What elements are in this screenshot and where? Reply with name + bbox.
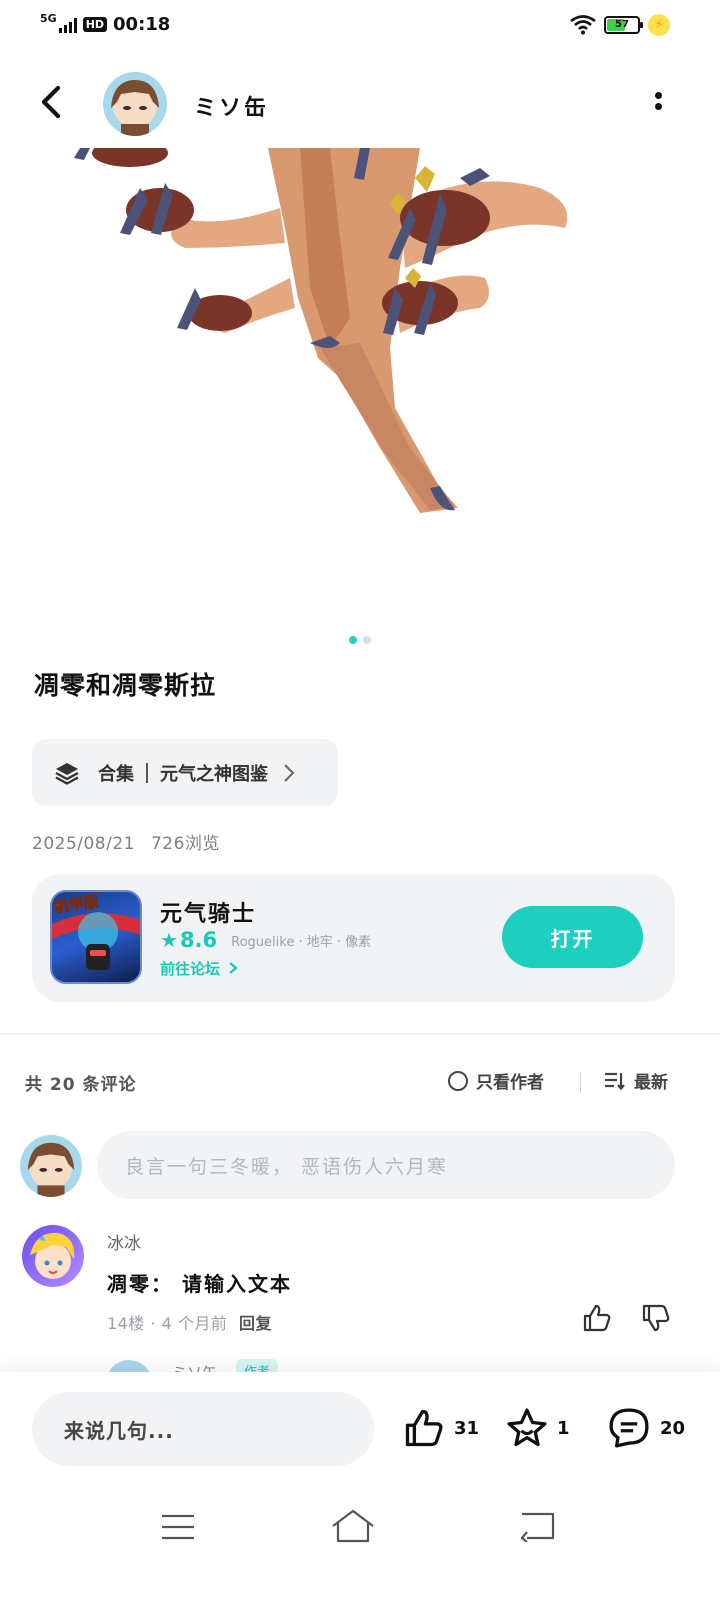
pager-dot bbox=[349, 636, 357, 644]
divider bbox=[146, 762, 148, 783]
signal-icon bbox=[58, 17, 77, 33]
chevron-right-icon bbox=[284, 763, 295, 782]
author-name[interactable]: ミソ缶 bbox=[194, 90, 269, 122]
battery-icon: 57 bbox=[604, 16, 643, 34]
sort-label: 最新 bbox=[634, 1073, 668, 1093]
game-rating: ★ 8.6 Roguelike · 地牢 · 像素 bbox=[160, 928, 371, 952]
game-score: 8.6 bbox=[179, 928, 218, 952]
like-button[interactable]: 31 bbox=[402, 1406, 479, 1450]
image-pager bbox=[0, 636, 720, 648]
comment-count: 共 20 条评论 bbox=[25, 1075, 137, 1095]
thumbs-down-icon[interactable] bbox=[640, 1302, 672, 1334]
network-type: 5G bbox=[40, 12, 57, 25]
my-avatar bbox=[20, 1135, 82, 1197]
hd-badge: HD bbox=[82, 17, 108, 32]
chevron-right-icon bbox=[229, 962, 239, 974]
comment-time: 4 个月前 bbox=[161, 1314, 228, 1333]
collection-name: 元气之神图鉴 bbox=[160, 763, 268, 785]
game-name[interactable]: 元气骑士 bbox=[160, 896, 256, 928]
post-title: 凋零和凋零斯拉 bbox=[34, 671, 217, 700]
section-divider bbox=[0, 1033, 720, 1035]
star-icon: ★ bbox=[160, 928, 178, 952]
game-tags: Roguelike · 地牢 · 像素 bbox=[231, 934, 372, 950]
favorite-button[interactable]: 1 bbox=[505, 1406, 570, 1450]
post-date: 2025/08/21 bbox=[32, 834, 135, 854]
game-icon[interactable]: 机甲版 bbox=[50, 890, 142, 984]
commenter-name[interactable]: 冰冰 bbox=[107, 1229, 141, 1254]
comment-button[interactable]: 20 bbox=[606, 1406, 685, 1450]
author-avatar[interactable] bbox=[103, 72, 167, 136]
back-arrow-icon[interactable] bbox=[34, 82, 74, 122]
comment-text: 凋零： 请输入文本 bbox=[107, 1272, 292, 1296]
forum-link[interactable]: 前往论坛 bbox=[160, 958, 239, 979]
comment-bubble-icon bbox=[609, 1408, 649, 1448]
collection-label: 合集 bbox=[98, 763, 134, 785]
thumbs-up-icon bbox=[405, 1409, 443, 1447]
comment-total: 20 bbox=[660, 1417, 686, 1439]
forum-link-label: 前往论坛 bbox=[160, 960, 221, 978]
author-only-toggle[interactable]: 只看作者 bbox=[448, 1068, 544, 1093]
commenter-avatar[interactable] bbox=[22, 1225, 84, 1287]
sort-latest-button[interactable]: 最新 bbox=[604, 1068, 668, 1093]
back-icon[interactable] bbox=[519, 1510, 557, 1542]
star-outline-icon bbox=[507, 1408, 547, 1447]
open-game-button[interactable]: 打开 bbox=[502, 906, 643, 968]
comment-meta: 14楼 · 4 个月前 回复 bbox=[107, 1314, 273, 1333]
comment-floor: 14楼 bbox=[107, 1314, 145, 1333]
author-only-label: 只看作者 bbox=[476, 1073, 544, 1093]
menu-icon[interactable] bbox=[160, 1512, 196, 1542]
pager-dot bbox=[363, 636, 371, 644]
comment-input[interactable]: 良言一句三冬暖， 恶语伤人六月寒 bbox=[97, 1131, 675, 1199]
post-views: 726浏览 bbox=[150, 834, 220, 854]
reply-button[interactable]: 回复 bbox=[239, 1314, 272, 1333]
battery-percent: 57 bbox=[615, 19, 629, 30]
status-left: 5G HD 00:18 bbox=[40, 12, 171, 35]
post-meta: 2025/08/21 726浏览 bbox=[32, 829, 220, 854]
sort-icon bbox=[605, 1072, 625, 1090]
wifi-icon bbox=[570, 15, 596, 35]
like-count: 31 bbox=[454, 1417, 480, 1439]
status-bar: 5G HD 00:18 57 ⚡ bbox=[0, 0, 720, 56]
more-vertical-icon[interactable] bbox=[650, 88, 666, 120]
clock: 00:18 bbox=[113, 14, 171, 35]
status-right: 57 ⚡ bbox=[570, 14, 670, 36]
radio-icon bbox=[448, 1070, 468, 1091]
layers-icon bbox=[55, 762, 79, 785]
thumbs-up-icon[interactable] bbox=[581, 1302, 613, 1334]
divider bbox=[580, 1072, 581, 1092]
post-image[interactable] bbox=[0, 148, 720, 628]
home-icon[interactable] bbox=[330, 1508, 376, 1544]
collection-chip[interactable]: 合集 元气之神图鉴 bbox=[32, 739, 338, 806]
charging-icon: ⚡ bbox=[648, 14, 670, 36]
favorite-count: 1 bbox=[557, 1417, 570, 1439]
say-something-input[interactable]: 来说几句... bbox=[32, 1392, 374, 1466]
